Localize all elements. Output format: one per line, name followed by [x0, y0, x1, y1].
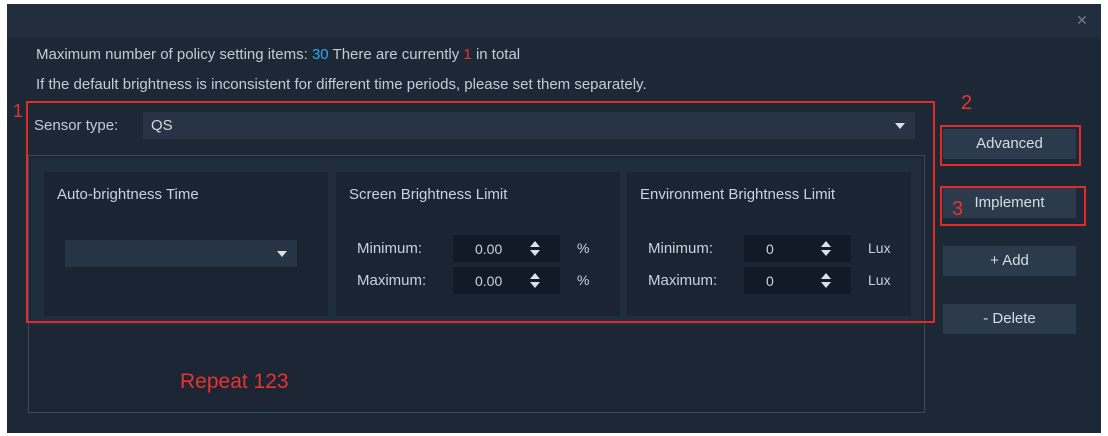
max-items-value: 30: [311, 46, 329, 63]
info-suffix: in total: [475, 46, 521, 63]
brightness-hint: If the default brightness is inconsisten…: [36, 76, 647, 93]
info-middle: There are currently: [332, 46, 460, 63]
current-count-value: 1: [463, 46, 472, 63]
annotation-repeat-text: Repeat 123: [180, 370, 289, 393]
annotation-box-advanced: [940, 125, 1081, 166]
annotation-box-policy-item: [26, 101, 935, 323]
policy-count-info: Maximum number of policy setting items: …: [36, 46, 520, 63]
annotation-number-2: 2: [961, 92, 973, 114]
annotation-number-1: 1: [13, 101, 24, 121]
title-bar: ✕: [7, 4, 1101, 38]
info-prefix: Maximum number of policy setting items:: [36, 46, 308, 63]
add-button[interactable]: + Add: [943, 246, 1076, 276]
annotation-number-3: 3: [952, 198, 964, 220]
delete-button[interactable]: - Delete: [943, 304, 1076, 334]
close-icon[interactable]: ✕: [1075, 13, 1089, 27]
